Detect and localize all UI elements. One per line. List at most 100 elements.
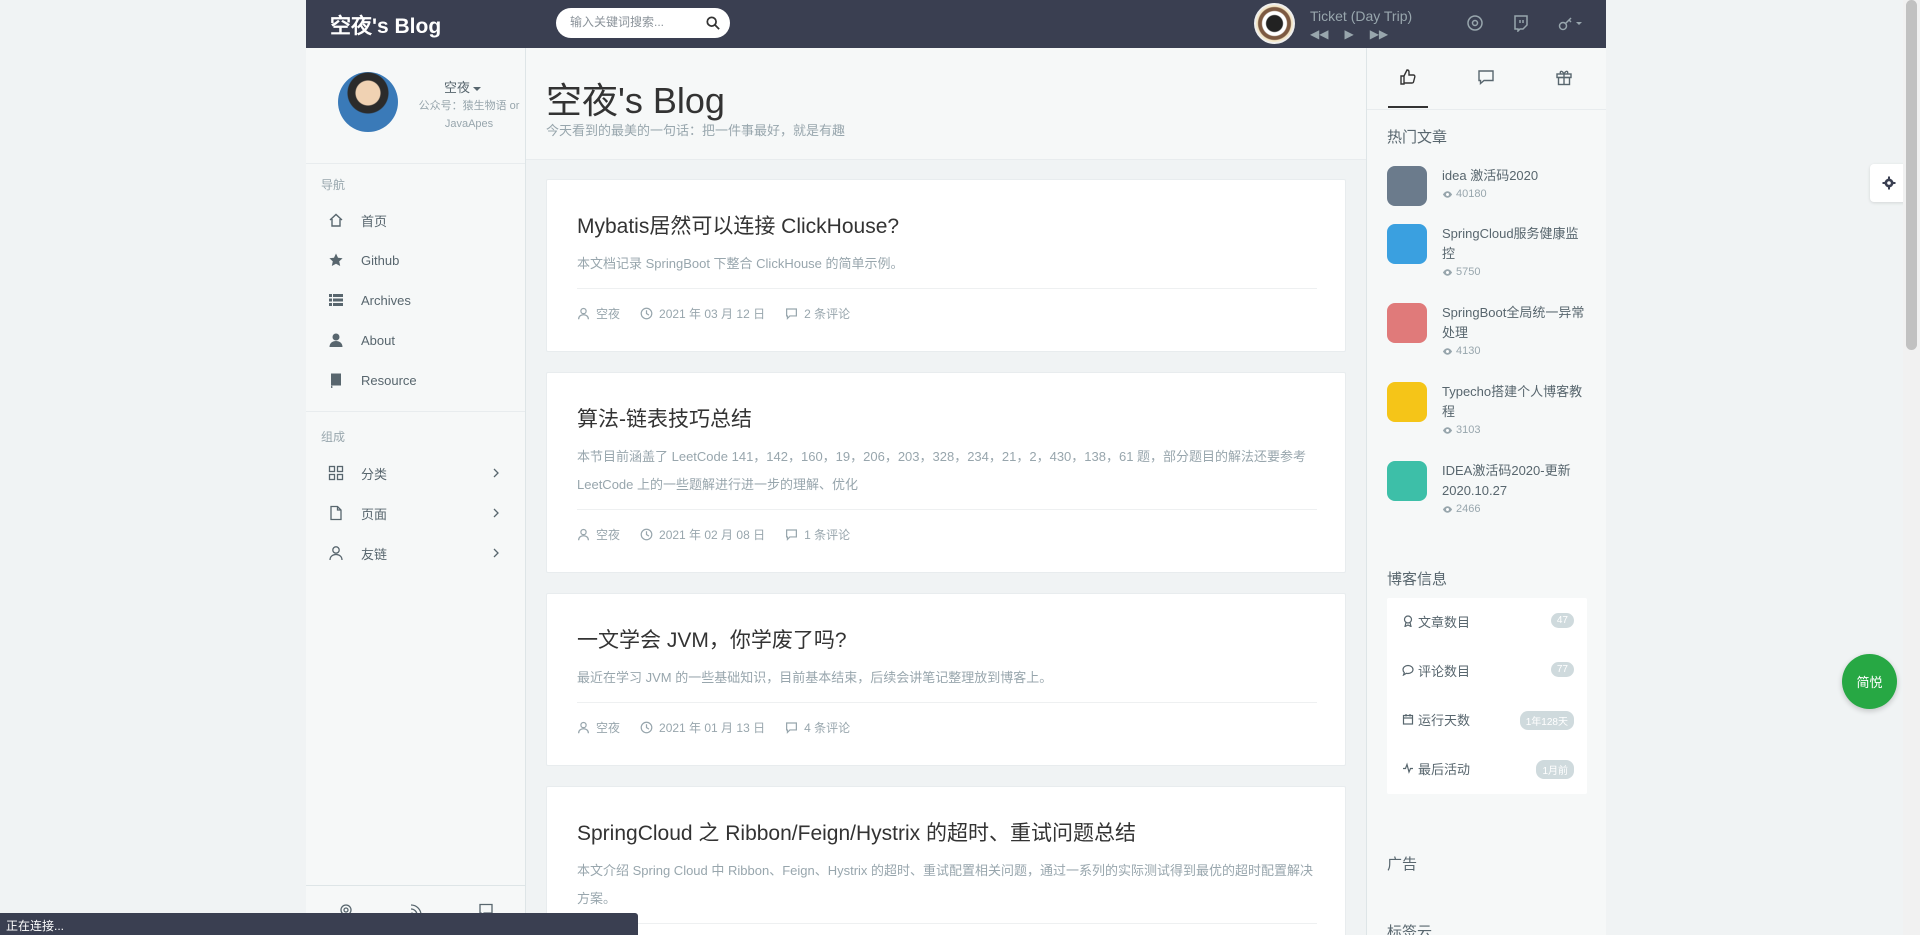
page-title: 空夜's Blog [546, 80, 725, 121]
jianyue-button[interactable]: 简悦 [1842, 654, 1897, 709]
nav-item-about[interactable]: About [306, 320, 525, 360]
post-title[interactable]: Mybatis居然可以连接 ClickHouse? [577, 210, 899, 240]
top-header: 空夜's Blog Ticket (Day Trip) ◀◀ ▶ ▶▶ [306, 0, 1606, 48]
nav-item-github[interactable]: Github [306, 240, 525, 280]
eye-icon [1442, 190, 1453, 198]
blog-info-heading: 博客信息 [1387, 571, 1448, 588]
nav-item-categories[interactable]: 分类 [306, 453, 525, 493]
user-outline-icon [329, 546, 343, 561]
hot-post-item[interactable]: idea 激活码2020 40180 [1387, 166, 1587, 222]
info-row: 评论数目 77 [1402, 660, 1574, 680]
hot-post-item[interactable]: Typecho搭建个人博客教程 3103 [1387, 382, 1587, 460]
gear-icon [1882, 176, 1896, 190]
info-badge: 1月前 [1536, 760, 1574, 779]
post-author[interactable]: 空夜 [596, 526, 620, 543]
nav-item-resource[interactable]: Resource [306, 360, 525, 400]
post-comments[interactable]: 4 条评论 [804, 719, 850, 736]
album-cover[interactable] [1254, 3, 1295, 44]
header-icons [1466, 14, 1584, 32]
post-title[interactable]: 一文学会 JVM，你学废了吗? [577, 624, 847, 654]
hot-post-title[interactable]: idea 激活码2020 [1442, 166, 1587, 186]
left-sidebar: 空夜 公众号：猿生物语 or JavaApes 导航 首页 Github Arc… [306, 48, 526, 935]
info-label: 文章数目 [1418, 614, 1471, 630]
post-title[interactable]: 算法-链表技巧总结 [577, 403, 752, 433]
chevron-right-icon [493, 468, 499, 478]
site-brand[interactable]: 空夜's Blog [330, 10, 441, 40]
calendar-icon [1402, 714, 1414, 725]
views-count: 5750 [1456, 266, 1481, 278]
user-name-dropdown[interactable]: 空夜 [444, 77, 482, 96]
info-badge: 77 [1550, 662, 1574, 677]
chevron-right-icon [493, 508, 499, 518]
nav-heading: 导航 [321, 178, 346, 192]
group-heading: 组成 [321, 430, 346, 444]
post-thumbnail [1387, 303, 1427, 343]
avatar[interactable] [338, 72, 398, 132]
previous-icon[interactable]: ◀◀ [1310, 27, 1328, 41]
twitch-icon[interactable] [1512, 14, 1530, 32]
eye-icon [1442, 505, 1453, 513]
post-meta: 空夜 2021 年 02 月 08 日 1 条评论 [577, 526, 850, 543]
gift-icon[interactable] [1555, 68, 1573, 86]
active-tab-indicator [1388, 106, 1428, 108]
hot-post-item[interactable]: SpringCloud服务健康监控 5750 [1387, 224, 1587, 302]
browser-status-bar: 正在连接... [0, 913, 638, 935]
hot-post-title[interactable]: Typecho搭建个人博客教程 [1442, 382, 1587, 422]
hot-post-title[interactable]: IDEA激活码2020-更新2020.10.27 [1442, 461, 1587, 501]
play-icon[interactable]: ▶ [1344, 27, 1353, 41]
comment-icon [786, 722, 798, 734]
next-icon[interactable]: ▶▶ [1370, 27, 1388, 41]
caret-down-icon [473, 86, 482, 91]
post-summary: 最近在学习 JVM 的一些基础知识，目前基本结束，后续会讲笔记整理放到博客上。 [577, 670, 1053, 685]
tag-cloud-heading: 标签云 [1387, 924, 1433, 935]
search-box [556, 8, 730, 38]
comment-icon [786, 308, 798, 320]
page-scrollbar[interactable] [1903, 0, 1920, 935]
song-title: Ticket (Day Trip) [1310, 8, 1413, 24]
nav-label: About [361, 332, 395, 348]
activity-icon [1403, 762, 1413, 774]
info-row: 文章数目 47 [1402, 611, 1574, 631]
hot-post-title[interactable]: SpringBoot全局统一异常处理 [1442, 303, 1587, 343]
divider [577, 509, 1317, 510]
comment-icon[interactable] [1477, 68, 1495, 86]
clock-icon [640, 307, 653, 320]
comment-icon [1402, 664, 1414, 676]
post-title[interactable]: SpringCloud 之 Ribbon/Feign/Hystrix 的超时、重… [577, 817, 1136, 847]
eye-icon [1442, 426, 1453, 434]
hot-post-item[interactable]: IDEA激活码2020-更新2020.10.27 2466 [1387, 461, 1587, 539]
search-input[interactable] [570, 15, 700, 29]
scrollbar-thumb[interactable] [1906, 0, 1917, 350]
hot-post-views: 40180 [1442, 188, 1487, 200]
hot-post-title[interactable]: SpringCloud服务健康监控 [1442, 224, 1587, 264]
views-count: 2466 [1456, 503, 1481, 515]
post-author[interactable]: 空夜 [596, 719, 620, 736]
nav-item-archives[interactable]: Archives [306, 280, 525, 320]
list-icon [329, 294, 343, 306]
user-outline-icon [578, 528, 589, 541]
post-comments[interactable]: 2 条评论 [804, 305, 850, 322]
views-count: 4130 [1456, 345, 1481, 357]
post-summary: 本文介绍 Spring Cloud 中 Ribbon、Feign、Hystrix… [577, 863, 1314, 906]
thumbs-up-icon[interactable] [1399, 68, 1417, 86]
key-dropdown-icon[interactable] [1558, 14, 1584, 32]
post-author[interactable]: 空夜 [596, 305, 620, 322]
nav-item-pages[interactable]: 页面 [306, 493, 525, 533]
eye-icon [1442, 347, 1453, 355]
nav-item-home[interactable]: 首页 [306, 200, 525, 240]
file-icon [330, 505, 342, 521]
player-controls: ◀◀ ▶ ▶▶ [1310, 27, 1388, 41]
target-icon[interactable] [1466, 14, 1484, 32]
user-name: 空夜 [444, 80, 471, 95]
hot-post-item[interactable]: SpringBoot全局统一异常处理 4130 [1387, 303, 1587, 381]
divider [306, 411, 525, 412]
post-thumbnail [1387, 461, 1427, 501]
eye-icon [1442, 268, 1453, 276]
hot-post-views: 3103 [1442, 424, 1480, 436]
nav-item-friends[interactable]: 友链 [306, 533, 525, 573]
search-icon[interactable] [706, 16, 720, 30]
info-row: 运行天数 1年128天 [1402, 709, 1574, 730]
clock-icon [640, 528, 653, 541]
post-comments[interactable]: 1 条评论 [804, 526, 850, 543]
sidebar-tabs [1367, 48, 1606, 110]
